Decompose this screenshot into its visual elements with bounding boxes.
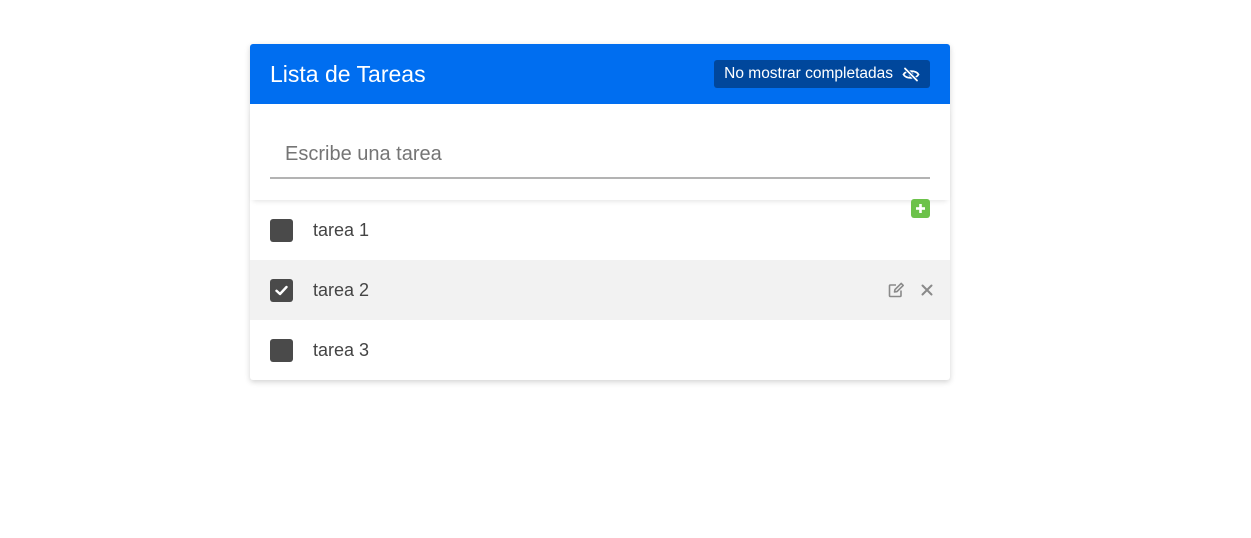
task-list: tarea 1 tarea 2 tarea 3	[250, 200, 950, 380]
eye-slash-icon	[902, 66, 920, 82]
task-checkbox[interactable]	[270, 218, 293, 242]
task-label: tarea 2	[313, 279, 370, 300]
task-actions	[888, 260, 933, 320]
delete-icon[interactable]	[921, 284, 933, 296]
hide-completed-label: No mostrar completadas	[724, 65, 893, 82]
check-icon	[275, 285, 288, 295]
todo-card: Lista de Tareas No mostrar completadas E…	[250, 44, 950, 380]
hide-completed-button[interactable]: No mostrar completadas	[714, 60, 930, 88]
task-checkbox[interactable]	[270, 338, 293, 362]
new-task-form	[250, 104, 950, 218]
edit-icon[interactable]	[888, 282, 905, 298]
task-checkbox[interactable]	[270, 278, 293, 302]
header: Lista de Tareas No mostrar completadas	[250, 44, 950, 104]
task-item: tarea 2	[250, 260, 950, 320]
task-item: tarea 1	[250, 200, 950, 260]
task-label: tarea 1	[313, 219, 370, 240]
task-label: tarea 3	[313, 339, 370, 360]
page-title: Lista de Tareas	[270, 60, 426, 87]
task-item: tarea 3	[250, 320, 950, 380]
task-input[interactable]	[270, 132, 930, 179]
